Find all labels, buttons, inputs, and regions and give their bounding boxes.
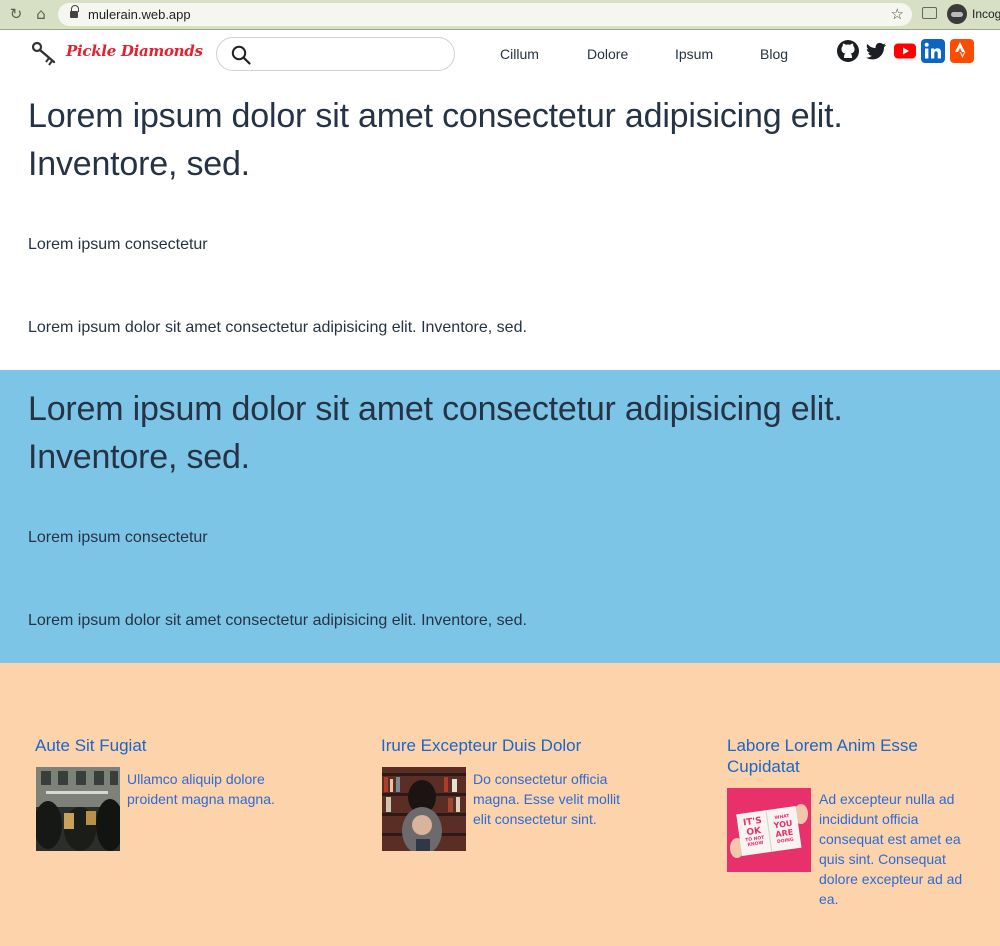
card-title-link[interactable]: Aute Sit Fugiat (35, 735, 335, 756)
lock-icon (70, 5, 79, 19)
incognito-label: Incog (972, 7, 1000, 21)
reload-icon[interactable]: ↻ (8, 6, 24, 22)
hero-subtitle: Lorem ipsum consectetur (28, 529, 208, 546)
hero-paragraph: Lorem ipsum dolor sit amet consectetur a… (28, 319, 527, 336)
hero-title: Lorem ipsum dolor sit amet consectetur a… (28, 390, 843, 476)
site-header: Pickle Diamonds Cillum Dolore Ipsum Blog (0, 31, 1000, 79)
address-bar[interactable]: mulerain.web.app ☆ (58, 3, 912, 26)
search-input[interactable] (216, 37, 455, 71)
linkedin-icon[interactable] (921, 39, 945, 63)
site-logo-text[interactable]: Pickle Diamonds (66, 42, 203, 60)
key-logo-icon[interactable] (30, 41, 58, 67)
card-description: Ad excepteur nulla ad incididunt officia… (819, 791, 963, 907)
bookmark-star-icon[interactable]: ☆ (891, 5, 904, 23)
nav-link-ipsum[interactable]: Ipsum (675, 46, 713, 62)
cast-icon[interactable] (922, 7, 937, 19)
nav-link-blog[interactable]: Blog (760, 46, 788, 62)
nav-link-cillum[interactable]: Cillum (500, 46, 539, 62)
card-description: Ullamco aliquip dolore proident magna ma… (127, 771, 275, 807)
card-image-library[interactable] (382, 767, 466, 851)
github-icon[interactable] (836, 39, 860, 63)
card-title-link[interactable]: Irure Excepteur Duis Dolor (381, 735, 681, 756)
nav-link-dolore[interactable]: Dolore (587, 46, 628, 62)
search-icon (231, 45, 251, 65)
browser-toolbar: ↻ ⌂ mulerain.web.app ☆ Incog (0, 0, 1000, 30)
url-text: mulerain.web.app (88, 7, 191, 22)
card-image-sign[interactable]: IT'S OK TO NOT KNOW WHAT YOU ARE DOING (727, 788, 811, 872)
hero-section-blue: Lorem ipsum dolor sit amet consectetur a… (0, 370, 1000, 663)
home-icon[interactable]: ⌂ (33, 6, 49, 22)
card-description: Do consectetur officia magna. Esse velit… (473, 771, 621, 827)
hero-section-white: Lorem ipsum dolor sit amet consectetur a… (0, 79, 1000, 370)
card-image-building[interactable] (36, 767, 120, 851)
incognito-avatar[interactable] (947, 4, 967, 24)
hero-subtitle: Lorem ipsum consectetur (28, 236, 208, 253)
youtube-icon[interactable] (893, 39, 917, 63)
hero-paragraph: Lorem ipsum dolor sit amet consectetur a… (28, 612, 527, 629)
strava-icon[interactable] (950, 39, 974, 63)
twitter-icon[interactable] (864, 39, 888, 63)
cards-section: Aute Sit Fugiat Ullamco aliquip dolore p… (0, 663, 1000, 946)
card-title-link[interactable]: Labore Lorem Anim Esse Cupidatat (727, 735, 967, 777)
hero-title: Lorem ipsum dolor sit amet consectetur a… (28, 97, 843, 183)
